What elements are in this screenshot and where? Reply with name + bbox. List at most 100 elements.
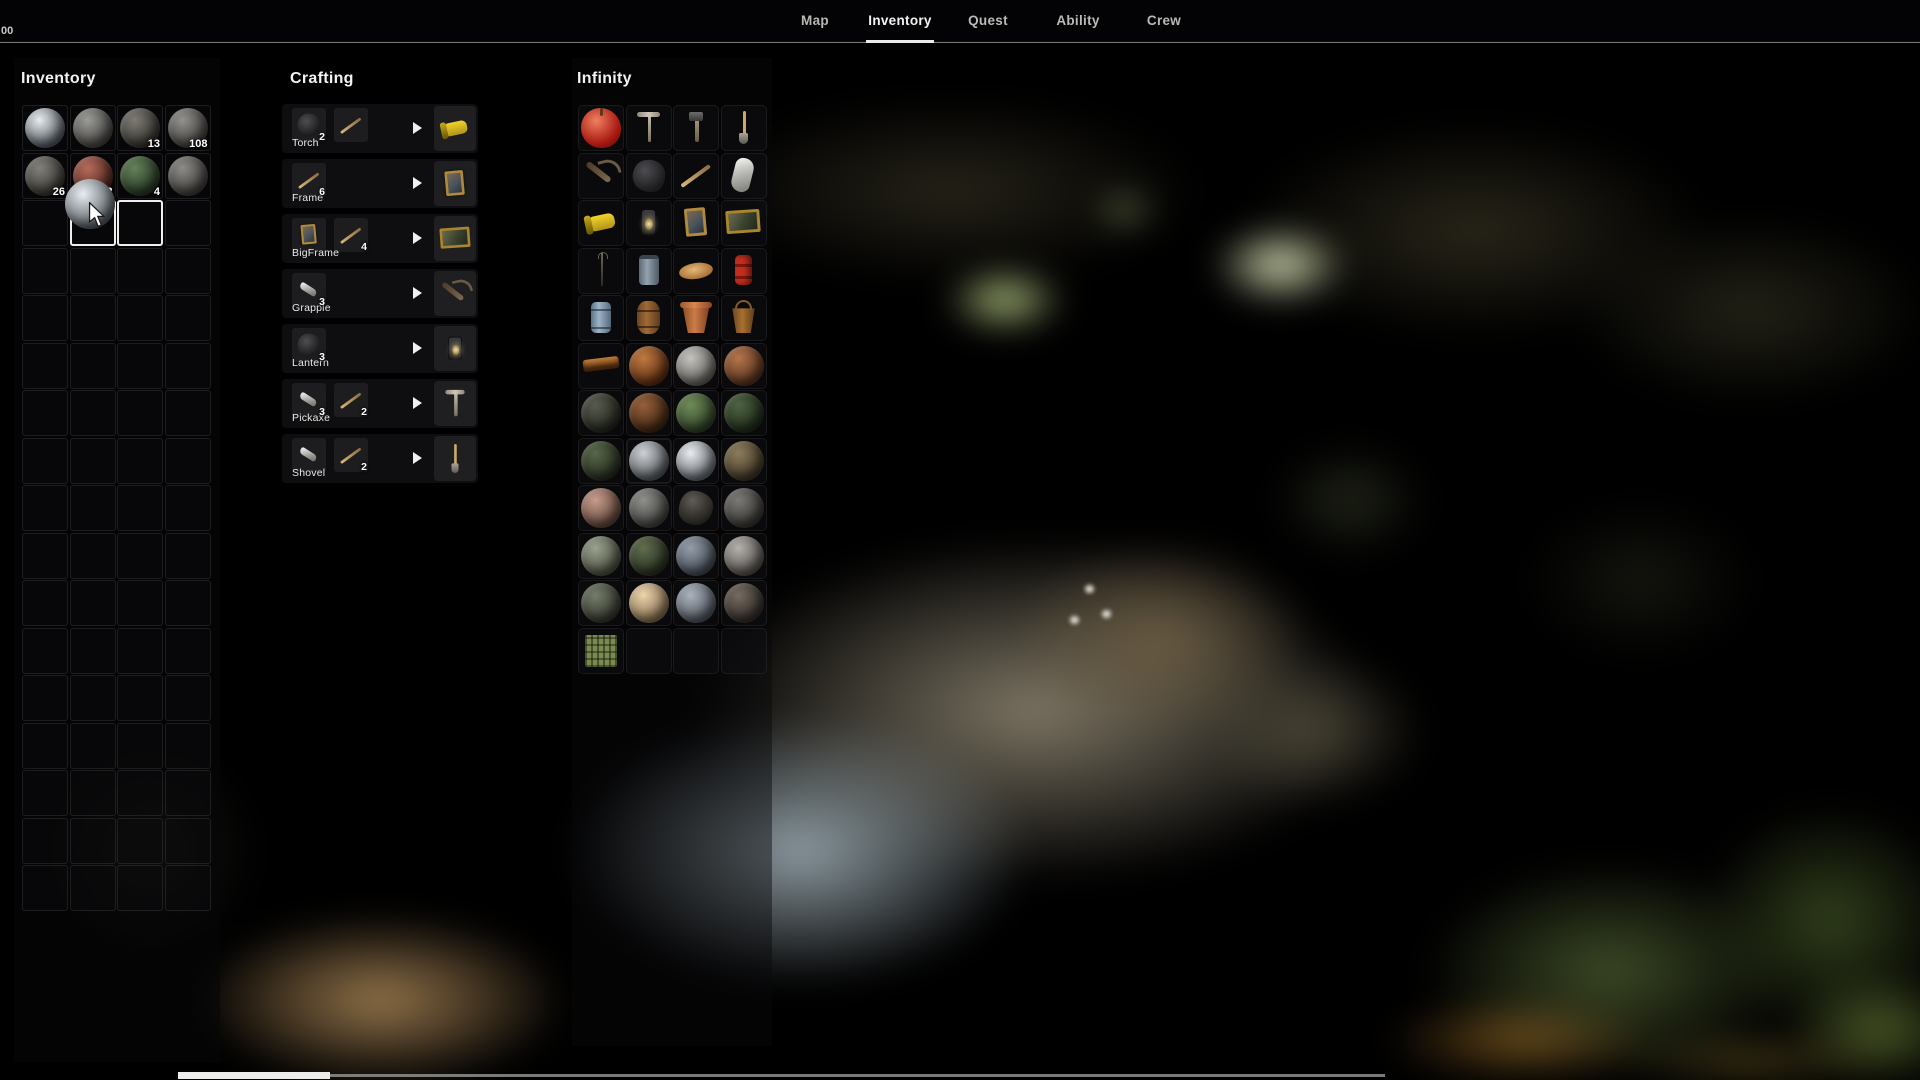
infinity-cell[interactable] <box>673 248 719 294</box>
inventory-cell[interactable] <box>70 343 116 389</box>
inventory-cell[interactable] <box>165 580 211 626</box>
inventory-cell[interactable] <box>117 580 163 626</box>
infinity-cell[interactable] <box>578 533 624 579</box>
inventory-cell[interactable] <box>70 723 116 769</box>
inventory-cell[interactable] <box>22 438 68 484</box>
infinity-cell[interactable] <box>626 105 672 151</box>
infinity-cell[interactable] <box>578 295 624 341</box>
infinity-cell[interactable] <box>626 485 672 531</box>
inventory-cell[interactable] <box>165 153 211 199</box>
inventory-cell[interactable] <box>117 865 163 911</box>
inventory-cell[interactable] <box>165 628 211 674</box>
inventory-cell[interactable] <box>165 295 211 341</box>
recipe-torch[interactable]: 2Torch <box>282 104 478 153</box>
infinity-cell[interactable] <box>673 485 719 531</box>
inventory-cell[interactable] <box>22 343 68 389</box>
infinity-cell[interactable] <box>721 295 767 341</box>
infinity-cell[interactable] <box>721 485 767 531</box>
infinity-cell[interactable] <box>626 628 672 674</box>
infinity-cell[interactable] <box>721 248 767 294</box>
tab-quest[interactable]: Quest <box>968 13 1008 28</box>
tab-inventory[interactable]: Inventory <box>868 13 931 28</box>
recipe-pickaxe[interactable]: 32Pickaxe <box>282 379 478 428</box>
inventory-cell[interactable] <box>117 770 163 816</box>
infinity-cell[interactable] <box>721 153 767 199</box>
infinity-cell[interactable] <box>673 343 719 389</box>
inventory-cell[interactable]: 26 <box>22 153 68 199</box>
inventory-cell[interactable] <box>165 200 211 246</box>
inventory-cell[interactable] <box>70 438 116 484</box>
infinity-cell[interactable] <box>578 105 624 151</box>
infinity-cell[interactable] <box>578 343 624 389</box>
inventory-cell[interactable] <box>165 485 211 531</box>
infinity-cell[interactable] <box>721 628 767 674</box>
inventory-cell[interactable] <box>70 865 116 911</box>
inventory-cell[interactable]: 108 <box>165 105 211 151</box>
inventory-cell[interactable] <box>70 390 116 436</box>
recipe-bigframe[interactable]: 4BigFrame <box>282 214 478 263</box>
inventory-cell[interactable] <box>117 200 163 246</box>
recipe-lantern[interactable]: 3Lantern <box>282 324 478 373</box>
infinity-cell[interactable] <box>626 153 672 199</box>
infinity-cell[interactable] <box>721 390 767 436</box>
inventory-cell[interactable] <box>165 438 211 484</box>
inventory-cell[interactable] <box>165 343 211 389</box>
infinity-cell[interactable] <box>578 248 624 294</box>
infinity-cell[interactable] <box>721 580 767 626</box>
inventory-cell[interactable] <box>22 533 68 579</box>
infinity-cell[interactable] <box>578 485 624 531</box>
tab-crew[interactable]: Crew <box>1147 13 1181 28</box>
infinity-cell[interactable] <box>721 105 767 151</box>
infinity-cell[interactable] <box>578 438 624 484</box>
infinity-cell[interactable] <box>626 248 672 294</box>
inventory-cell[interactable] <box>70 675 116 721</box>
inventory-cell[interactable] <box>117 248 163 294</box>
infinity-cell[interactable] <box>673 105 719 151</box>
infinity-cell[interactable] <box>626 343 672 389</box>
infinity-cell[interactable] <box>626 200 672 246</box>
inventory-cell[interactable] <box>70 818 116 864</box>
inventory-cell[interactable] <box>22 200 68 246</box>
infinity-cell[interactable] <box>673 580 719 626</box>
inventory-cell[interactable] <box>70 580 116 626</box>
inventory-cell[interactable] <box>70 248 116 294</box>
inventory-cell[interactable] <box>22 485 68 531</box>
inventory-cell[interactable] <box>70 105 116 151</box>
inventory-cell[interactable] <box>22 248 68 294</box>
inventory-cell[interactable] <box>165 723 211 769</box>
recipe-frame[interactable]: 6Frame <box>282 159 478 208</box>
inventory-cell[interactable] <box>22 865 68 911</box>
inventory-cell[interactable] <box>70 533 116 579</box>
inventory-cell[interactable] <box>165 865 211 911</box>
infinity-cell[interactable] <box>721 533 767 579</box>
inventory-cell[interactable] <box>70 770 116 816</box>
inventory-cell[interactable] <box>70 628 116 674</box>
inventory-cell[interactable] <box>165 770 211 816</box>
inventory-cell[interactable]: 4 <box>117 153 163 199</box>
inventory-cell[interactable] <box>22 723 68 769</box>
inventory-cell[interactable] <box>70 295 116 341</box>
infinity-cell[interactable] <box>721 343 767 389</box>
recipe-grapple[interactable]: 3Grapple <box>282 269 478 318</box>
tab-ability[interactable]: Ability <box>1056 13 1099 28</box>
infinity-cell[interactable] <box>578 153 624 199</box>
infinity-cell[interactable] <box>578 580 624 626</box>
infinity-cell[interactable] <box>721 438 767 484</box>
infinity-cell[interactable] <box>673 390 719 436</box>
infinity-cell[interactable] <box>673 295 719 341</box>
inventory-cell[interactable] <box>165 533 211 579</box>
infinity-cell[interactable] <box>626 580 672 626</box>
infinity-cell[interactable] <box>721 200 767 246</box>
infinity-cell[interactable] <box>578 628 624 674</box>
inventory-cell[interactable] <box>117 438 163 484</box>
infinity-cell[interactable] <box>673 153 719 199</box>
infinity-cell[interactable] <box>673 628 719 674</box>
inventory-cell[interactable] <box>22 675 68 721</box>
inventory-cell[interactable] <box>117 675 163 721</box>
inventory-cell[interactable] <box>117 818 163 864</box>
infinity-cell[interactable] <box>626 390 672 436</box>
infinity-cell[interactable] <box>673 200 719 246</box>
infinity-cell[interactable] <box>673 533 719 579</box>
infinity-cell[interactable] <box>626 533 672 579</box>
inventory-cell[interactable] <box>22 105 68 151</box>
